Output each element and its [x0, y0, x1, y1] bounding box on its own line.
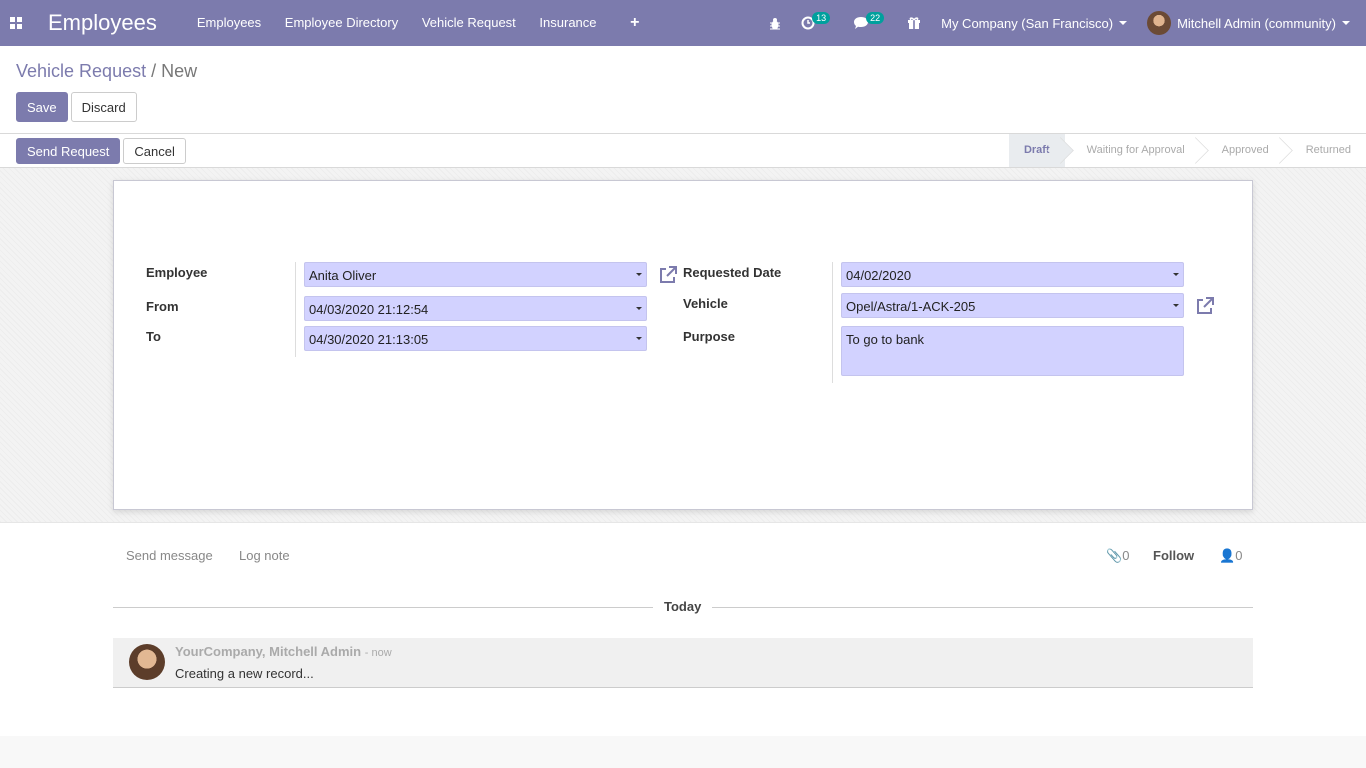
purpose-value: To go to bank [846, 332, 925, 347]
apps-menu-icon[interactable] [0, 0, 32, 46]
follower-count: 0 [1235, 548, 1243, 563]
chatter: Send message Log note 📎0 Follow 👤0 Today… [0, 523, 1366, 736]
group-separator [295, 262, 296, 357]
log-note-button[interactable]: Log note [239, 548, 290, 563]
paperclip-icon: 📎 [1106, 548, 1123, 563]
form-sheet: Employee From To Anita Oliver 04/03/2020… [113, 180, 1253, 510]
messages-icon[interactable]: 22 [853, 12, 887, 30]
vehicle-value: Opel/Astra/1-ACK-205 [846, 299, 976, 314]
menu-item-employees[interactable]: Employees [197, 15, 261, 30]
send-request-button[interactable]: Send Request [16, 138, 121, 164]
dropdown-icon [636, 273, 642, 276]
external-link-icon[interactable] [658, 265, 678, 285]
breadcrumb-separator: / [151, 61, 157, 81]
company-switcher[interactable]: My Company (San Francisco) [941, 15, 1128, 31]
stage-returned[interactable]: Returned [1284, 134, 1366, 167]
external-link-icon[interactable] [1195, 296, 1215, 316]
activity-count-badge: 13 [812, 12, 831, 24]
requested-date-value: 04/02/2020 [846, 268, 912, 283]
page-footer-area [0, 736, 1366, 768]
breadcrumb-parent[interactable]: Vehicle Request [16, 61, 146, 81]
main-menu: Employees Employee Directory Vehicle Req… [197, 14, 660, 32]
cancel-button[interactable]: Cancel [123, 138, 186, 164]
employee-label: Employee [146, 265, 208, 280]
date-separator-label: Today [653, 599, 713, 614]
chatter-message: YourCompany, Mitchell Admin - now Creati… [113, 638, 1253, 688]
gift-icon[interactable] [907, 16, 921, 30]
employee-value: Anita Oliver [309, 268, 377, 283]
dropdown-icon [636, 337, 642, 340]
stage-waiting-for-approval[interactable]: Waiting for Approval [1065, 134, 1200, 167]
requested-date-field[interactable]: 04/02/2020 [841, 262, 1184, 287]
from-value: 04/03/2020 21:12:54 [309, 302, 429, 317]
message-author-name[interactable]: YourCompany, Mitchell Admin [175, 644, 361, 659]
send-message-button[interactable]: Send message [126, 548, 213, 563]
purpose-label: Purpose [683, 329, 736, 344]
employee-field[interactable]: Anita Oliver [304, 262, 647, 287]
discard-button[interactable]: Discard [70, 92, 137, 122]
status-bar: Send Request Cancel Draft Waiting for Ap… [0, 134, 1366, 168]
user-menu[interactable]: Mitchell Admin (community) [1147, 11, 1350, 35]
dropdown-icon [1173, 304, 1179, 307]
save-button[interactable]: Save [16, 92, 68, 122]
app-title[interactable]: Employees [48, 10, 157, 36]
dropdown-icon [636, 307, 642, 310]
to-label: To [146, 329, 161, 344]
message-time: - now [364, 647, 392, 659]
bug-icon[interactable] [769, 17, 781, 30]
follow-button[interactable]: Follow [1153, 548, 1194, 563]
vehicle-field[interactable]: Opel/Astra/1-ACK-205 [841, 293, 1184, 318]
systray: 13 22 My Company (San Francisco) Mitchel… [769, 0, 1366, 46]
top-navbar: Employees Employees Employee Directory V… [0, 0, 1366, 46]
group-separator [832, 262, 833, 383]
user-icon: 👤 [1219, 548, 1236, 563]
from-datetime-field[interactable]: 04/03/2020 21:12:54 [304, 296, 647, 321]
author-avatar[interactable] [129, 644, 165, 680]
chevron-down-icon [1119, 21, 1128, 25]
stage-approved[interactable]: Approved [1200, 134, 1284, 167]
breadcrumb-current: New [161, 61, 198, 81]
company-name: My Company (San Francisco) [941, 15, 1114, 31]
stage-draft[interactable]: Draft [1008, 134, 1065, 167]
message-author: YourCompany, Mitchell Admin - now [175, 644, 392, 659]
menu-item-vehicle-request[interactable]: Vehicle Request [422, 15, 516, 30]
followers-button[interactable]: 👤0 [1219, 548, 1242, 564]
message-count-badge: 22 [866, 12, 885, 24]
attachment-count: 0 [1122, 548, 1130, 563]
to-datetime-field[interactable]: 04/30/2020 21:13:05 [304, 326, 647, 351]
message-body: Creating a new record... [175, 666, 314, 681]
requested-date-label: Requested Date [683, 265, 782, 280]
chatter-topbar: Send message Log note 📎0 Follow 👤0 [113, 523, 1253, 587]
dropdown-icon [1173, 273, 1179, 276]
menu-item-employee-directory[interactable]: Employee Directory [285, 15, 398, 30]
to-value: 04/30/2020 21:13:05 [309, 332, 429, 347]
status-actions: Send Request Cancel [16, 138, 186, 164]
user-name: Mitchell Admin (community) [1177, 15, 1336, 31]
control-panel: Vehicle Request / New Save Discard [0, 46, 1366, 134]
breadcrumb: Vehicle Request / New [16, 61, 197, 82]
vehicle-label: Vehicle [683, 296, 728, 311]
user-avatar [1147, 11, 1172, 35]
from-label: From [146, 299, 179, 314]
plus-icon[interactable]: + [630, 14, 639, 31]
date-separator: Today [113, 599, 1253, 614]
stage-pipeline: Draft Waiting for Approval Approved Retu… [1008, 134, 1366, 167]
attachments-button[interactable]: 📎0 [1106, 548, 1129, 564]
activity-clock-icon[interactable]: 13 [801, 12, 833, 30]
menu-item-insurance[interactable]: Insurance [539, 15, 596, 30]
purpose-textarea[interactable]: To go to bank [841, 326, 1184, 376]
chevron-down-icon [1342, 21, 1350, 25]
form-buttons: Save Discard [16, 92, 137, 122]
